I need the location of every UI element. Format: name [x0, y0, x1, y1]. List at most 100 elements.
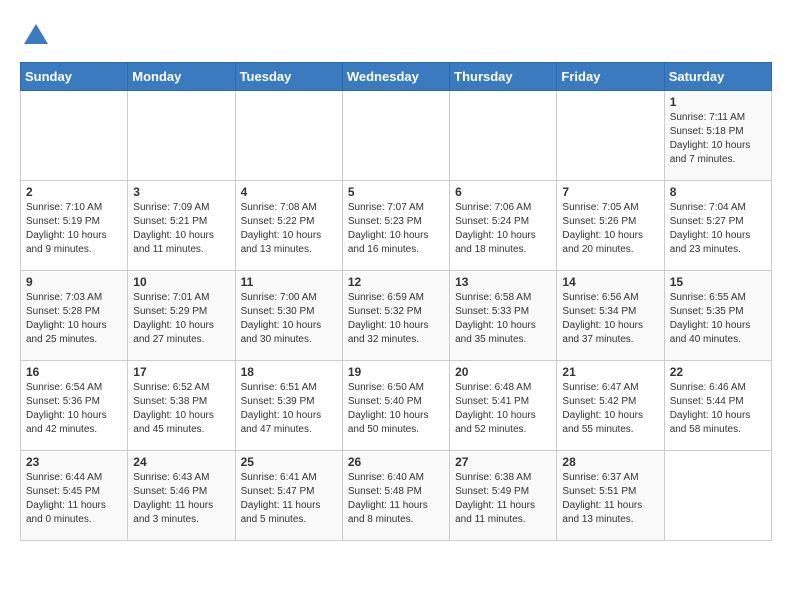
calendar-cell: 5 Sunrise: 7:07 AM Sunset: 5:23 PM Daylig…	[342, 181, 449, 271]
day-info: Sunrise: 7:08 AM Sunset: 5:22 PM Dayligh…	[241, 201, 337, 257]
day-number: 13	[455, 275, 551, 289]
day-number: 3	[133, 185, 229, 199]
calendar-header-tuesday: Tuesday	[235, 63, 342, 91]
day-number: 4	[241, 185, 337, 199]
day-number: 27	[455, 455, 551, 469]
calendar-cell	[450, 91, 557, 181]
calendar-header-wednesday: Wednesday	[342, 63, 449, 91]
day-number: 28	[562, 455, 658, 469]
calendar-cell: 14 Sunrise: 6:56 AM Sunset: 5:34 PM Dayli…	[557, 271, 664, 361]
calendar-cell: 21 Sunrise: 6:47 AM Sunset: 5:42 PM Dayli…	[557, 361, 664, 451]
calendar-table: SundayMondayTuesdayWednesdayThursdayFrid…	[20, 62, 772, 541]
day-number: 14	[562, 275, 658, 289]
calendar-cell: 17 Sunrise: 6:52 AM Sunset: 5:38 PM Dayli…	[128, 361, 235, 451]
calendar-cell	[235, 91, 342, 181]
calendar-header-thursday: Thursday	[450, 63, 557, 91]
calendar-header-monday: Monday	[128, 63, 235, 91]
calendar-week-row: 2 Sunrise: 7:10 AM Sunset: 5:19 PM Daylig…	[21, 181, 772, 271]
day-number: 9	[26, 275, 122, 289]
day-info: Sunrise: 7:07 AM Sunset: 5:23 PM Dayligh…	[348, 201, 444, 257]
calendar-cell: 22 Sunrise: 6:46 AM Sunset: 5:44 PM Dayli…	[664, 361, 771, 451]
day-number: 12	[348, 275, 444, 289]
calendar-cell: 27 Sunrise: 6:38 AM Sunset: 5:49 PM Dayli…	[450, 451, 557, 541]
calendar-cell: 19 Sunrise: 6:50 AM Sunset: 5:40 PM Dayli…	[342, 361, 449, 451]
day-number: 8	[670, 185, 766, 199]
calendar-cell: 8 Sunrise: 7:04 AM Sunset: 5:27 PM Daylig…	[664, 181, 771, 271]
day-info: Sunrise: 6:44 AM Sunset: 5:45 PM Dayligh…	[26, 471, 122, 527]
day-info: Sunrise: 6:43 AM Sunset: 5:46 PM Dayligh…	[133, 471, 229, 527]
calendar-cell: 1 Sunrise: 7:11 AM Sunset: 5:18 PM Daylig…	[664, 91, 771, 181]
day-info: Sunrise: 7:03 AM Sunset: 5:28 PM Dayligh…	[26, 291, 122, 347]
logo	[20, 20, 54, 52]
day-number: 2	[26, 185, 122, 199]
day-number: 1	[670, 95, 766, 109]
calendar-cell: 12 Sunrise: 6:59 AM Sunset: 5:32 PM Dayli…	[342, 271, 449, 361]
day-info: Sunrise: 6:38 AM Sunset: 5:49 PM Dayligh…	[455, 471, 551, 527]
day-info: Sunrise: 6:46 AM Sunset: 5:44 PM Dayligh…	[670, 381, 766, 437]
logo-icon	[20, 20, 52, 52]
day-info: Sunrise: 6:54 AM Sunset: 5:36 PM Dayligh…	[26, 381, 122, 437]
calendar-cell	[557, 91, 664, 181]
day-info: Sunrise: 7:01 AM Sunset: 5:29 PM Dayligh…	[133, 291, 229, 347]
calendar-cell: 6 Sunrise: 7:06 AM Sunset: 5:24 PM Daylig…	[450, 181, 557, 271]
calendar-cell: 3 Sunrise: 7:09 AM Sunset: 5:21 PM Daylig…	[128, 181, 235, 271]
day-info: Sunrise: 7:09 AM Sunset: 5:21 PM Dayligh…	[133, 201, 229, 257]
calendar-cell	[21, 91, 128, 181]
day-info: Sunrise: 6:58 AM Sunset: 5:33 PM Dayligh…	[455, 291, 551, 347]
day-number: 11	[241, 275, 337, 289]
page-header	[20, 20, 772, 52]
day-info: Sunrise: 6:56 AM Sunset: 5:34 PM Dayligh…	[562, 291, 658, 347]
calendar-cell: 10 Sunrise: 7:01 AM Sunset: 5:29 PM Dayli…	[128, 271, 235, 361]
day-number: 17	[133, 365, 229, 379]
day-number: 25	[241, 455, 337, 469]
day-info: Sunrise: 6:50 AM Sunset: 5:40 PM Dayligh…	[348, 381, 444, 437]
calendar-cell: 7 Sunrise: 7:05 AM Sunset: 5:26 PM Daylig…	[557, 181, 664, 271]
calendar-cell: 15 Sunrise: 6:55 AM Sunset: 5:35 PM Dayli…	[664, 271, 771, 361]
day-info: Sunrise: 6:52 AM Sunset: 5:38 PM Dayligh…	[133, 381, 229, 437]
calendar-cell	[128, 91, 235, 181]
day-number: 24	[133, 455, 229, 469]
calendar-cell: 28 Sunrise: 6:37 AM Sunset: 5:51 PM Dayli…	[557, 451, 664, 541]
day-number: 6	[455, 185, 551, 199]
day-number: 23	[26, 455, 122, 469]
calendar-cell: 24 Sunrise: 6:43 AM Sunset: 5:46 PM Dayli…	[128, 451, 235, 541]
calendar-cell: 9 Sunrise: 7:03 AM Sunset: 5:28 PM Daylig…	[21, 271, 128, 361]
calendar-cell: 23 Sunrise: 6:44 AM Sunset: 5:45 PM Dayli…	[21, 451, 128, 541]
day-number: 15	[670, 275, 766, 289]
day-number: 16	[26, 365, 122, 379]
day-info: Sunrise: 6:48 AM Sunset: 5:41 PM Dayligh…	[455, 381, 551, 437]
day-number: 26	[348, 455, 444, 469]
calendar-cell: 25Sunrise: 6:41 AM Sunset: 5:47 PM Dayli…	[235, 451, 342, 541]
day-number: 18	[241, 365, 337, 379]
day-info: Sunrise: 6:40 AM Sunset: 5:48 PM Dayligh…	[348, 471, 444, 527]
calendar-week-row: 16 Sunrise: 6:54 AM Sunset: 5:36 PM Dayli…	[21, 361, 772, 451]
calendar-cell: 2 Sunrise: 7:10 AM Sunset: 5:19 PM Daylig…	[21, 181, 128, 271]
day-number: 21	[562, 365, 658, 379]
calendar-week-row: 1 Sunrise: 7:11 AM Sunset: 5:18 PM Daylig…	[21, 91, 772, 181]
calendar-header-saturday: Saturday	[664, 63, 771, 91]
day-info: Sunrise: 7:06 AM Sunset: 5:24 PM Dayligh…	[455, 201, 551, 257]
calendar-cell	[664, 451, 771, 541]
day-info: Sunrise: 7:05 AM Sunset: 5:26 PM Dayligh…	[562, 201, 658, 257]
day-number: 7	[562, 185, 658, 199]
day-number: 5	[348, 185, 444, 199]
day-info: Sunrise: 6:47 AM Sunset: 5:42 PM Dayligh…	[562, 381, 658, 437]
day-info: Sunrise: 7:11 AM Sunset: 5:18 PM Dayligh…	[670, 111, 766, 167]
calendar-cell: 4 Sunrise: 7:08 AM Sunset: 5:22 PM Daylig…	[235, 181, 342, 271]
calendar-cell: 20Sunrise: 6:48 AM Sunset: 5:41 PM Dayli…	[450, 361, 557, 451]
calendar-header-sunday: Sunday	[21, 63, 128, 91]
day-info: Sunrise: 6:59 AM Sunset: 5:32 PM Dayligh…	[348, 291, 444, 347]
day-number: 10	[133, 275, 229, 289]
calendar-cell: 16 Sunrise: 6:54 AM Sunset: 5:36 PM Dayli…	[21, 361, 128, 451]
day-info: Sunrise: 6:37 AM Sunset: 5:51 PM Dayligh…	[562, 471, 658, 527]
day-info: Sunrise: 6:51 AM Sunset: 5:39 PM Dayligh…	[241, 381, 337, 437]
day-info: Sunrise: 7:04 AM Sunset: 5:27 PM Dayligh…	[670, 201, 766, 257]
day-info: Sunrise: 6:55 AM Sunset: 5:35 PM Dayligh…	[670, 291, 766, 347]
calendar-header-friday: Friday	[557, 63, 664, 91]
calendar-cell: 18 Sunrise: 6:51 AM Sunset: 5:39 PM Dayli…	[235, 361, 342, 451]
day-number: 19	[348, 365, 444, 379]
calendar-cell: 11Sunrise: 7:00 AM Sunset: 5:30 PM Dayli…	[235, 271, 342, 361]
day-number: 22	[670, 365, 766, 379]
calendar-cell: 13 Sunrise: 6:58 AM Sunset: 5:33 PM Dayli…	[450, 271, 557, 361]
day-info: Sunrise: 7:10 AM Sunset: 5:19 PM Dayligh…	[26, 201, 122, 257]
